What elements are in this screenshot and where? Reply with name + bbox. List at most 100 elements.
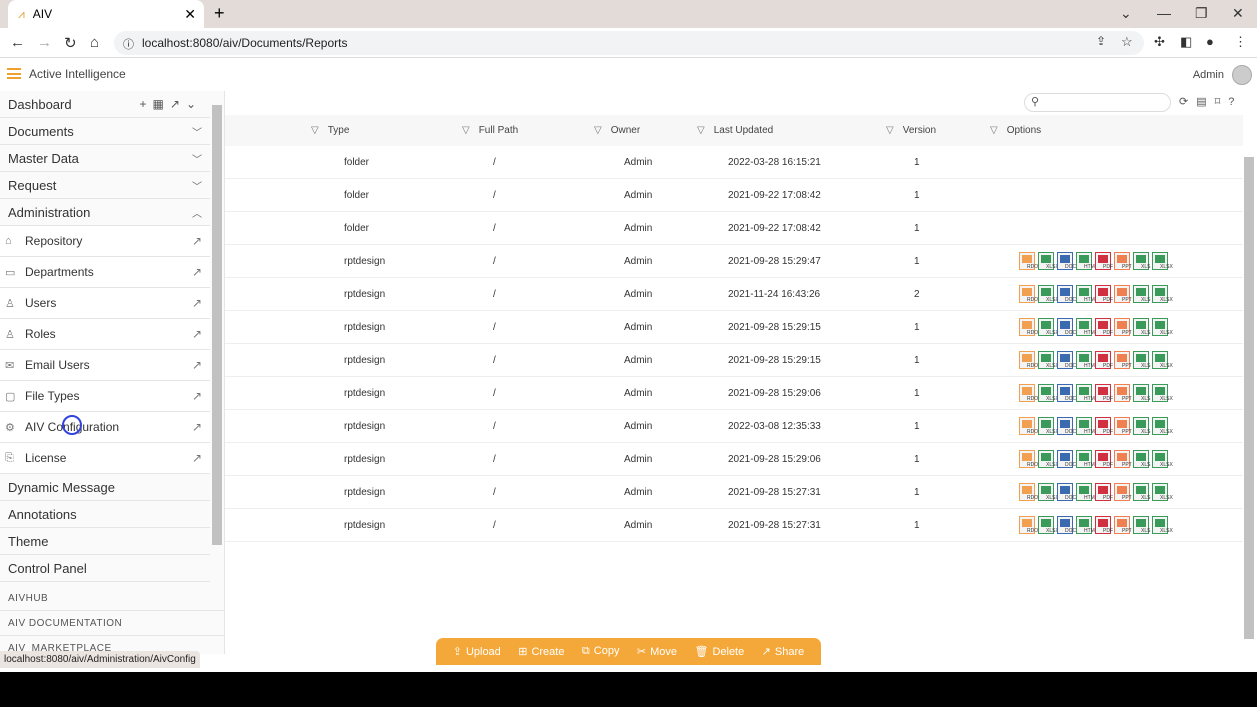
refresh-icon[interactable]: ⟳ [1179, 96, 1196, 108]
open-external-icon[interactable]: ↗ [192, 451, 202, 465]
open-external-icon[interactable]: ↗ [192, 420, 202, 434]
filter-icon[interactable]: ▽ [462, 125, 470, 136]
sidebar-item-request[interactable]: Request ﹀ [0, 172, 210, 199]
export-doc-icon[interactable]: DOC [1057, 351, 1076, 369]
export-doc-icon[interactable]: DOC [1057, 252, 1076, 270]
open-external-icon[interactable]: ↗ [170, 97, 186, 111]
search-input[interactable]: ⚲ [1024, 93, 1171, 112]
export-pdf-icon[interactable]: PDF [1095, 516, 1113, 534]
home-button[interactable]: ⌂ [90, 34, 99, 51]
column-header-options[interactable]: ▽ Options [990, 125, 1041, 136]
open-external-icon[interactable]: ↗ [192, 358, 202, 372]
export-ppt-icon[interactable]: PPT [1114, 384, 1132, 402]
sidebar-item-administration[interactable]: Administration ︿ [0, 199, 210, 226]
export-xlsx-icon[interactable]: XLSX [1038, 516, 1059, 534]
filter-icon[interactable]: ▽ [990, 125, 998, 136]
sidebar-subitem-license[interactable]: ⎘ License ↗ [0, 443, 210, 474]
table-row[interactable]: rptdesign / Admin 2021-09-28 15:27:31 1 RDOC X… [225, 509, 1243, 542]
copy-button[interactable]: ⧉ Copy [582, 645, 620, 658]
export-pdf-icon[interactable]: PDF [1095, 384, 1113, 402]
new-tab-button[interactable]: + [214, 3, 225, 24]
sidebar-item-control-panel[interactable]: Control Panel [0, 555, 210, 582]
export-html-icon[interactable]: HTML [1076, 483, 1098, 501]
export-rdoc-icon[interactable]: RDOC [1019, 483, 1042, 501]
export-rdoc-icon[interactable]: RDOC [1019, 516, 1042, 534]
filter-icon[interactable]: ▽ [311, 125, 319, 136]
export-xlsx-icon[interactable]: XLSX [1038, 450, 1059, 468]
export-html-icon[interactable]: HTML [1076, 318, 1098, 336]
sidebar-subitem-users[interactable]: ♙ Users ↗ [0, 288, 210, 319]
export-xlsx-icon[interactable]: XLSX [1038, 384, 1059, 402]
table-row[interactable]: rptdesign / Admin 2021-09-28 15:29:15 1 RDOC X… [225, 311, 1243, 344]
filter-icon[interactable]: ▽ [697, 125, 705, 136]
export-xlsx-icon[interactable]: XLSX [1038, 285, 1059, 303]
side-panel-icon[interactable]: ◧ [1180, 34, 1192, 50]
export-html-icon[interactable]: HTML [1076, 417, 1098, 435]
avatar[interactable] [1232, 65, 1252, 85]
sidebar-subitem-aiv-configuration[interactable]: ⚙ AIV Configuration ↗ [0, 412, 210, 443]
export-doc-icon[interactable]: DOC [1057, 483, 1076, 501]
export-ppt-icon[interactable]: PPT [1114, 417, 1132, 435]
export-ppt-icon[interactable]: PPT [1114, 285, 1132, 303]
export-xls-icon[interactable]: XLS [1133, 483, 1150, 501]
export-ppt-icon[interactable]: PPT [1114, 252, 1132, 270]
export-doc-icon[interactable]: DOC [1057, 516, 1076, 534]
open-external-icon[interactable]: ↗ [192, 296, 202, 310]
delete-button[interactable]: 🗑 Delete [694, 645, 744, 658]
export-html-icon[interactable]: HTML [1076, 516, 1098, 534]
help-icon[interactable]: ? [1228, 96, 1242, 108]
bookmark-icon[interactable]: ⌑ [1215, 96, 1229, 108]
export-ppt-icon[interactable]: PPT [1114, 450, 1132, 468]
export-xls-icon[interactable]: XLS [1133, 417, 1150, 435]
user-name[interactable]: Admin [1193, 69, 1224, 81]
sidebar-item-theme[interactable]: Theme [0, 528, 210, 555]
table-row[interactable]: rptdesign / Admin 2021-09-28 15:29:06 1 RDOC X… [225, 377, 1243, 410]
export-xls-icon[interactable]: XLS [1133, 285, 1150, 303]
export-xlsx-icon[interactable]: XLSX [1152, 384, 1173, 402]
table-row[interactable]: folder / Admin 2022-03-28 16:15:21 1 [225, 146, 1243, 179]
sidebar-item-annotations[interactable]: Annotations [0, 501, 210, 528]
export-xls-icon[interactable]: XLS [1133, 252, 1150, 270]
export-xls-icon[interactable]: XLS [1133, 516, 1150, 534]
export-html-icon[interactable]: HTML [1076, 285, 1098, 303]
export-ppt-icon[interactable]: PPT [1114, 318, 1132, 336]
column-header-last-updated[interactable]: ▽ Last Updated [697, 125, 773, 136]
export-xlsx-icon[interactable]: XLSX [1152, 285, 1173, 303]
column-header-owner[interactable]: ▽ Owner [594, 125, 640, 136]
minimize-button[interactable]: — [1157, 5, 1171, 21]
export-ppt-icon[interactable]: PPT [1114, 351, 1132, 369]
export-xlsx-icon[interactable]: XLSX [1152, 417, 1173, 435]
chevron-up-icon[interactable]: ︿ [192, 205, 202, 220]
column-header-full-path[interactable]: ▽ Full Path [462, 125, 518, 136]
table-row[interactable]: rptdesign / Admin 2021-09-28 15:27:31 1 RDOC X… [225, 476, 1243, 509]
export-rdoc-icon[interactable]: RDOC [1019, 384, 1042, 402]
export-rdoc-icon[interactable]: RDOC [1019, 285, 1042, 303]
export-xlsx-icon[interactable]: XLSX [1152, 318, 1173, 336]
table-scrollbar[interactable] [1244, 157, 1254, 639]
sidebar-item-dashboard[interactable]: Dashboard +▦↗⌄ [0, 91, 210, 118]
export-xlsx-icon[interactable]: XLSX [1152, 252, 1173, 270]
export-xlsx-icon[interactable]: XLSX [1152, 483, 1173, 501]
export-xls-icon[interactable]: XLS [1133, 450, 1150, 468]
share-button[interactable]: ↗ Share [762, 645, 805, 658]
menu-icon[interactable]: ⋮ [1234, 34, 1247, 50]
export-xlsx-icon[interactable]: XLSX [1038, 417, 1059, 435]
table-icon[interactable]: ▦ [153, 97, 170, 111]
export-xlsx-icon[interactable]: XLSX [1152, 450, 1173, 468]
export-pdf-icon[interactable]: PDF [1095, 417, 1113, 435]
export-rdoc-icon[interactable]: RDOC [1019, 450, 1042, 468]
export-xlsx-icon[interactable]: XLSX [1038, 252, 1059, 270]
export-pdf-icon[interactable]: PDF [1095, 285, 1113, 303]
table-row[interactable]: folder / Admin 2021-09-22 17:08:42 1 [225, 179, 1243, 212]
reload-button[interactable]: ↻ [64, 34, 77, 52]
comment-icon[interactable]: ▤ [1196, 96, 1214, 108]
open-external-icon[interactable]: ↗ [192, 234, 202, 248]
export-rdoc-icon[interactable]: RDOC [1019, 351, 1042, 369]
export-doc-icon[interactable]: DOC [1057, 384, 1076, 402]
tab-search-icon[interactable]: ⌄ [1120, 5, 1132, 22]
export-html-icon[interactable]: HTML [1076, 384, 1098, 402]
table-row[interactable]: rptdesign / Admin 2021-11-24 16:43:26 2 RDOC X… [225, 278, 1243, 311]
export-xlsx-icon[interactable]: XLSX [1038, 318, 1059, 336]
sidebar-link[interactable]: AIV DOCUMENTATION [0, 611, 224, 636]
close-tab-icon[interactable]: ✕ [184, 6, 196, 23]
